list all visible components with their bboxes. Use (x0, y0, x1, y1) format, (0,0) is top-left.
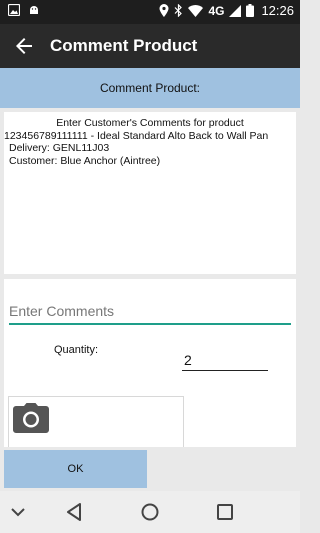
comment-form: Quantity: (4, 279, 296, 447)
comments-input[interactable] (9, 299, 291, 325)
chevron-down-icon[interactable] (7, 501, 29, 523)
delivery-text: Delivery: GENL11J03 (9, 142, 110, 154)
recents-square-icon[interactable] (214, 501, 236, 523)
product-info-panel: Enter Customer's Comments for product 12… (4, 112, 296, 274)
quantity-label: Quantity: (54, 344, 99, 356)
network-type: 4G (208, 3, 225, 18)
customer-text: Customer: Blue Anchor (Aintree) (9, 154, 161, 167)
app-bar: Comment Product (0, 24, 300, 68)
back-arrow-icon[interactable] (12, 34, 36, 58)
instruction-text: Enter Customer's Comments for product (56, 117, 244, 129)
image-icon (8, 4, 20, 16)
back-triangle-icon[interactable] (64, 501, 86, 523)
clock: 12:26 (261, 3, 294, 18)
section-header-label: Comment Product: (99, 81, 201, 95)
status-bar: 4G 12:26 (0, 0, 300, 24)
system-nav-bar (0, 491, 300, 533)
page-title: Comment Product (50, 36, 198, 55)
signal-icon (229, 4, 242, 17)
camera-icon (13, 403, 49, 433)
product-description: 123456789111111 - Ideal Standard Alto Ba… (4, 129, 269, 142)
android-icon (30, 6, 38, 14)
photo-button[interactable] (8, 396, 184, 447)
ok-button[interactable]: OK (4, 450, 147, 488)
battery-icon (246, 4, 255, 17)
wifi-icon (188, 4, 204, 17)
section-header: Comment Product: (0, 68, 300, 108)
quantity-input[interactable] (182, 349, 268, 371)
location-icon (159, 4, 169, 17)
home-circle-icon[interactable] (139, 501, 161, 523)
bluetooth-icon (175, 4, 183, 17)
